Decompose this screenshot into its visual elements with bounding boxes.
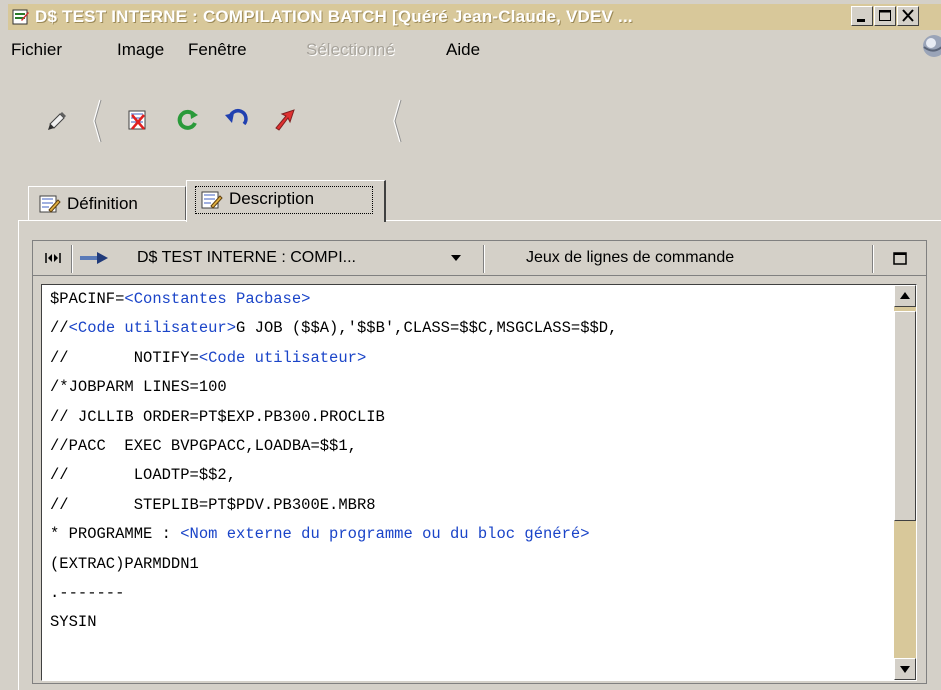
- scroll-down-button[interactable]: [894, 658, 916, 680]
- collapse-toggle-icon[interactable]: [45, 251, 61, 265]
- code-line[interactable]: SYSIN: [50, 608, 617, 637]
- code-token: // STEPLIB=PT$PDV.PB300E.MBR8: [50, 495, 376, 514]
- code-text[interactable]: $PACINF=<Constantes Pacbase>//<Code util…: [50, 285, 617, 638]
- arrow-up-icon: [900, 292, 910, 299]
- macro-token: <Nom externe du programme ou du bloc gén…: [180, 525, 590, 544]
- pencil-icon[interactable]: [42, 106, 70, 134]
- vertical-scrollbar[interactable]: [894, 285, 916, 680]
- code-token: (EXTRAC)PARMDDN1: [50, 554, 199, 573]
- code-token: // NOTIFY=: [50, 348, 199, 367]
- tab-definition-label: Définition: [67, 194, 138, 213]
- maximize-icon: [879, 10, 891, 21]
- code-token: SYSIN: [50, 613, 97, 632]
- toolbar-separator: [93, 99, 102, 143]
- code-line[interactable]: // LOADTP=$$2,: [50, 461, 617, 490]
- code-token: //: [50, 319, 69, 338]
- undo-icon[interactable]: [222, 106, 250, 134]
- macro-token: <Code utilisateur>: [198, 348, 367, 367]
- code-token: //PACC EXEC BVPGPACC,LOADBA=$$1,: [50, 436, 357, 455]
- code-line[interactable]: // JCLLIB ORDER=PT$EXP.PB300.PROCLIB: [50, 403, 617, 432]
- code-line[interactable]: // STEPLIB=PT$PDV.PB300E.MBR8: [50, 491, 617, 520]
- section-title: Jeux de lignes de commande: [526, 249, 735, 266]
- tab-description[interactable]: Description: [186, 180, 386, 222]
- code-token: /*JOBPARM LINES=100: [50, 378, 227, 397]
- code-token: * PROGRAMME :: [50, 525, 181, 544]
- document-edit-icon: [39, 195, 61, 213]
- code-token: // JCLLIB ORDER=PT$EXP.PB300.PROCLIB: [50, 407, 385, 426]
- link-arrow-icon: [80, 252, 108, 264]
- menu-aide[interactable]: Aide: [446, 40, 480, 60]
- menu-fenetre[interactable]: Fenêtre: [188, 40, 247, 60]
- command-lines-pane: D$ TEST INTERNE : COMPI... Jeux de ligne…: [32, 240, 927, 684]
- toolbar-separator-end: [393, 99, 402, 143]
- code-token: .-------: [50, 583, 125, 602]
- code-line[interactable]: // NOTIFY=<Code utilisateur>: [50, 344, 617, 373]
- macro-token: <Constantes Pacbase>: [124, 290, 311, 308]
- header-separator: [71, 245, 73, 273]
- code-line[interactable]: $PACINF=<Constantes Pacbase>: [50, 285, 617, 314]
- code-token: $PACINF=: [50, 290, 125, 308]
- macro-token: <Code utilisateur>: [68, 319, 237, 338]
- code-line[interactable]: (EXTRAC)PARMDDN1: [50, 550, 617, 579]
- header-separator: [872, 245, 874, 273]
- maximize-button[interactable]: [874, 6, 896, 26]
- delete-icon[interactable]: [124, 106, 152, 134]
- code-token: G JOB ($$A),'$$B',CLASS=$$C,MSGCLASS=$$D…: [236, 319, 618, 338]
- app-window: D$ TEST INTERNE : COMPILATION BATCH [Qué…: [0, 0, 941, 690]
- code-line[interactable]: //<Code utilisateur>G JOB ($$A),'$$B',CL…: [50, 314, 617, 343]
- header-separator: [483, 245, 485, 273]
- document-edit-icon: [201, 191, 223, 209]
- code-line[interactable]: .-------: [50, 579, 617, 608]
- minimize-button[interactable]: [851, 6, 873, 26]
- code-line[interactable]: //PACC EXEC BVPGPACC,LOADBA=$$1,: [50, 432, 617, 461]
- entity-selector[interactable]: D$ TEST INTERNE : COMPI...: [137, 249, 356, 267]
- menu-selectionne[interactable]: Sélectionné: [306, 40, 395, 60]
- code-token: // LOADTP=$$2,: [50, 466, 237, 485]
- close-icon: [902, 9, 914, 22]
- code-line[interactable]: /*JOBPARM LINES=100: [50, 373, 617, 402]
- globe-icon: [923, 35, 941, 57]
- menu-fichier[interactable]: Fichier: [11, 40, 62, 60]
- title-bar[interactable]: D$ TEST INTERNE : COMPILATION BATCH [Qué…: [8, 4, 941, 30]
- scroll-up-button[interactable]: [894, 285, 916, 307]
- app-icon: [12, 9, 29, 25]
- tab-definition[interactable]: Définition: [28, 186, 186, 220]
- tab-description-label: Description: [229, 189, 315, 208]
- window-title: D$ TEST INTERNE : COMPILATION BATCH [Qué…: [35, 7, 633, 26]
- chevron-down-icon[interactable]: [450, 254, 462, 262]
- arrow-down-icon: [900, 666, 910, 673]
- code-line[interactable]: * PROGRAMME : <Nom externe du programme …: [50, 520, 617, 549]
- menu-image[interactable]: Image: [117, 40, 164, 60]
- code-editor[interactable]: $PACINF=<Constantes Pacbase>//<Code util…: [41, 284, 917, 681]
- menu-bar: Fichier Image Fenêtre Sélectionné Aide: [8, 33, 941, 67]
- close-button[interactable]: [897, 6, 919, 26]
- refresh-icon[interactable]: [174, 106, 202, 134]
- pane-header: D$ TEST INTERNE : COMPI... Jeux de ligne…: [33, 241, 926, 276]
- minimize-icon: [857, 19, 865, 22]
- arrow-icon[interactable]: [270, 106, 298, 134]
- maximize-pane-icon[interactable]: [893, 252, 907, 265]
- toolbar: [8, 96, 941, 156]
- scroll-thumb[interactable]: [894, 311, 916, 521]
